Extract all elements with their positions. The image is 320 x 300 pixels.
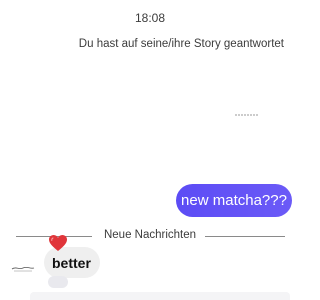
outgoing-message-text: new matcha???	[181, 192, 287, 209]
new-messages-label: Neue Nachrichten	[103, 229, 197, 241]
outgoing-message-bubble[interactable]: new matcha???	[176, 184, 292, 217]
divider-line-right	[205, 236, 285, 237]
reaction-indicator[interactable]	[48, 276, 68, 288]
chat-screen: 18:08 Du hast auf seine/ihre Story geant…	[0, 0, 300, 300]
new-messages-divider: Neue Nachrichten	[0, 229, 300, 243]
story-reply-notice: Du hast auf seine/ihre Story geantwortet	[78, 38, 284, 50]
message-composer[interactable]	[30, 292, 290, 300]
heart-icon[interactable]	[48, 234, 68, 252]
sender-avatar[interactable]	[10, 257, 36, 277]
message-timestamp: 18:08	[134, 11, 166, 25]
story-preview-icon[interactable]	[234, 112, 260, 118]
incoming-message-text: better	[52, 254, 91, 271]
